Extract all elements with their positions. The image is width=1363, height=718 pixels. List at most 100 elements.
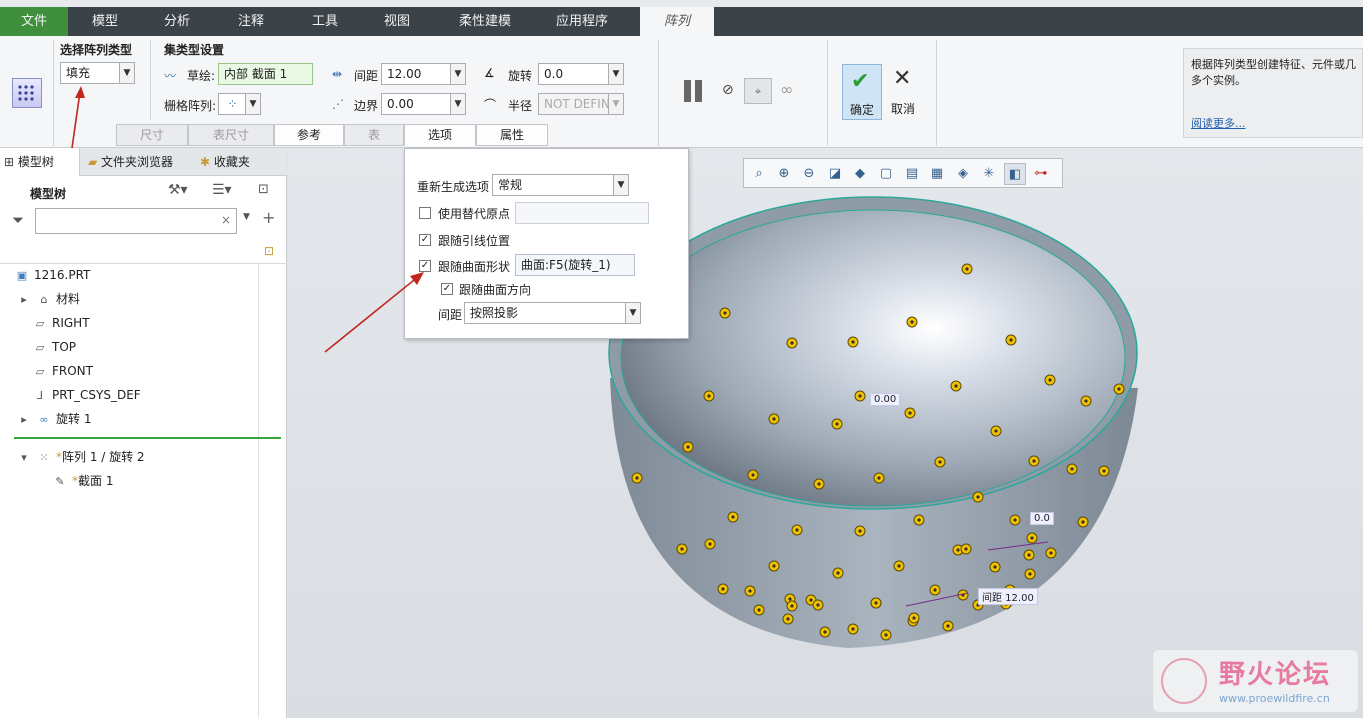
tab-annotate[interactable]: 注释	[222, 7, 280, 36]
follow-leader-checkbox[interactable]: ✓	[419, 234, 431, 246]
chevron-down-icon[interactable]: ▼	[613, 174, 629, 196]
zoom-in-icon[interactable]: ⊕	[773, 163, 795, 185]
tree-item-part[interactable]: ▣ 1216.PRT	[14, 265, 91, 285]
spacing-mode-label: 间距	[438, 308, 463, 322]
surface-collector[interactable]: 曲面:F5(旋转_1)	[515, 254, 635, 276]
pattern-point-center	[835, 422, 839, 426]
pattern-point-center	[795, 528, 799, 532]
chevron-down-icon[interactable]: ▼	[243, 212, 250, 222]
pattern-point-center	[956, 548, 960, 552]
saved-views-icon[interactable]: ▢	[875, 163, 897, 185]
perspective-icon[interactable]: ▦	[926, 163, 948, 185]
tree-item-section[interactable]: ✎ *截面 1	[52, 471, 113, 491]
tree-item-csys[interactable]: ⅃ PRT_CSYS_DEF	[32, 385, 141, 405]
grid-pattern-select[interactable]: ⁘	[218, 93, 246, 115]
dimension-angle[interactable]: 0.00	[870, 393, 901, 406]
tree-item-revolve-1[interactable]: ▸ ∞ 旋转 1	[16, 409, 91, 429]
chevron-down-icon[interactable]: ▼	[450, 93, 466, 115]
spacing-mode-select[interactable]: 按照投影	[464, 302, 626, 324]
chevron-down-icon[interactable]: ▼	[245, 93, 261, 115]
refit-icon[interactable]: ⌕	[748, 163, 770, 185]
tab-tools[interactable]: 工具	[296, 7, 354, 36]
expand-icon[interactable]: ▸	[16, 410, 32, 430]
tab-table[interactable]: 表	[344, 124, 404, 146]
follow-surface-dir-checkbox[interactable]: ✓	[441, 283, 453, 295]
display-style-icon[interactable]: ◆	[849, 163, 871, 185]
tab-favorites[interactable]: ✱ 收藏夹	[196, 148, 276, 176]
chevron-down-icon[interactable]: ▼	[608, 93, 624, 115]
alt-origin-collector[interactable]	[515, 202, 649, 224]
add-icon[interactable]: +	[262, 208, 275, 227]
tab-folder-browser[interactable]: ▰ 文件夹浏览器	[84, 148, 192, 176]
filter-tree-icon[interactable]: ⊡	[258, 182, 269, 197]
follow-leader-label: 跟随引线位置	[438, 234, 511, 248]
cancel-button[interactable]: ✕ 取消	[884, 64, 922, 120]
column-icon[interactable]: ⊡	[264, 244, 274, 258]
collapse-icon[interactable]: ▾	[16, 448, 32, 468]
tab-properties[interactable]: 属性	[476, 124, 548, 146]
tree-icon: ⊞	[4, 155, 18, 169]
tab-references[interactable]: 参考	[274, 124, 344, 146]
tree-item-pattern[interactable]: ▾ ⁙ *阵列 1 / 旋转 2	[16, 447, 144, 468]
pattern-type-select[interactable]: 填充	[60, 62, 120, 84]
chevron-down-icon[interactable]: ▼	[625, 302, 641, 324]
tree-item-top[interactable]: ▱ TOP	[32, 337, 76, 357]
tab-flexible-modeling[interactable]: 柔性建模	[448, 7, 522, 36]
clear-icon[interactable]: ×	[221, 213, 231, 227]
tab-options[interactable]: 选项	[404, 124, 476, 146]
pattern-point-center	[1081, 520, 1085, 524]
chevron-down-icon[interactable]: ▼	[608, 63, 624, 85]
border-input[interactable]: 0.00	[381, 93, 451, 115]
pattern-ribbon: 选择阵列类型 填充 ▼ 集类型设置 〰 草绘: 内部 截面 1 栅格阵列: ⁘ …	[0, 36, 1363, 148]
section-icon[interactable]: ◈	[952, 163, 974, 185]
dimension-spacing[interactable]: 间距 12.00	[978, 588, 1038, 605]
follow-surface-shape-checkbox[interactable]: ✓	[419, 260, 431, 272]
glasses-icon[interactable]: ∞	[780, 80, 793, 99]
pause-icon[interactable]	[682, 80, 706, 102]
tab-model-tree[interactable]: ⊞ 模型树	[0, 148, 80, 176]
tab-table-dimensions[interactable]: 表尺寸	[188, 124, 274, 146]
tree-search-input[interactable]: ×	[35, 208, 237, 234]
pattern-point-center	[635, 476, 639, 480]
tab-model[interactable]: 模型	[76, 7, 134, 36]
zoom-out-icon[interactable]: ⊖	[798, 163, 820, 185]
check-icon: ✔	[851, 69, 870, 94]
ok-label: 确定	[849, 103, 874, 117]
view-manager-icon[interactable]: ▤	[901, 163, 923, 185]
alt-origin-checkbox[interactable]	[419, 207, 431, 219]
radius-input[interactable]: NOT DEFIN	[538, 93, 610, 115]
datum-display-icon[interactable]: ✳	[978, 163, 1000, 185]
tree-item-front[interactable]: ▱ FRONT	[32, 361, 93, 381]
chevron-down-icon[interactable]: ▼	[450, 63, 466, 85]
tab-file[interactable]: 文件	[0, 7, 68, 36]
dimension-rotate[interactable]: 0.0	[1030, 512, 1054, 525]
expand-icon[interactable]: ▸	[16, 290, 32, 310]
settings-icon[interactable]: ☰▾	[212, 182, 232, 198]
tools-icon[interactable]: ⚒▾	[168, 182, 188, 198]
tree-item-right[interactable]: ▱ RIGHT	[32, 313, 90, 333]
pattern-point-center	[884, 633, 888, 637]
tab-applications[interactable]: 应用程序	[544, 7, 620, 36]
read-more-link[interactable]: 阅读更多...	[1191, 115, 1246, 131]
pattern-point-center	[723, 311, 727, 315]
tab-view[interactable]: 视图	[368, 7, 426, 36]
tree-item-material[interactable]: ▸ ⌂ 材料	[16, 289, 80, 309]
no-preview-icon[interactable]: ⊘	[722, 82, 734, 98]
regen-select[interactable]: 常规	[492, 174, 614, 196]
help-text: 根据阵列类型创建特征、元件或几多个实例。	[1191, 58, 1356, 87]
insert-indicator[interactable]	[14, 437, 281, 439]
verify-icon[interactable]: ⌖	[744, 78, 772, 104]
tab-dimensions[interactable]: 尺寸	[116, 124, 188, 146]
ok-button[interactable]: ✔ 确定	[842, 64, 882, 120]
chevron-down-icon[interactable]: ▼	[119, 62, 135, 84]
sketch-collector[interactable]: 内部 截面 1	[218, 63, 313, 85]
repaint-icon[interactable]: ◪	[824, 163, 846, 185]
tab-analysis[interactable]: 分析	[148, 7, 206, 36]
rotate-input[interactable]: 0.0	[538, 63, 610, 85]
view-toolbar: ⌕ ⊕ ⊖ ◪ ◆ ▢ ▤ ▦ ◈ ✳ ◧ ⊶	[743, 158, 1063, 188]
tab-pattern[interactable]: 阵列	[640, 7, 714, 36]
spacing-input[interactable]: 12.00	[381, 63, 451, 85]
follow-surface-shape-label: 跟随曲面形状	[438, 260, 511, 274]
annotation-display-icon[interactable]: ◧	[1004, 163, 1026, 185]
spin-center-icon[interactable]: ⊶	[1030, 163, 1052, 185]
